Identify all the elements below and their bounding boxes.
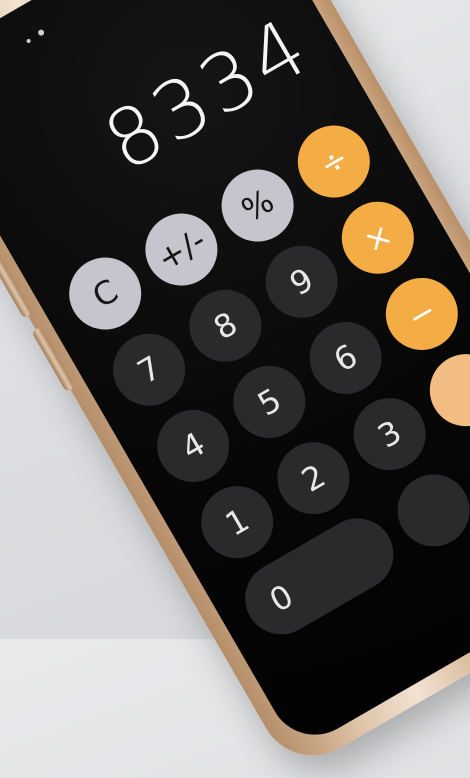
status-dot: [37, 28, 46, 37]
keypad: C +/-% ÷ 7 8 9 × 4 5 6−1 2 3 0: [56, 112, 470, 648]
digit-3-button[interactable]: 3: [340, 384, 439, 484]
digit-7-button[interactable]: 7: [100, 320, 199, 419]
digit-1-button[interactable]: 1: [188, 472, 287, 572]
multiply-button[interactable]: ×: [328, 188, 427, 287]
digit-6-button[interactable]: 6: [296, 308, 395, 408]
sign-toggle-button[interactable]: +/-: [132, 200, 231, 299]
decimal-button[interactable]: [384, 461, 470, 560]
digit-4-button[interactable]: 4: [144, 396, 243, 496]
digit-9-button[interactable]: 9: [252, 232, 351, 331]
digit-2-button[interactable]: 2: [264, 428, 363, 528]
status-dot: [25, 38, 32, 44]
divide-button[interactable]: ÷: [284, 112, 383, 211]
percent-button[interactable]: %: [208, 156, 307, 255]
status-indicator: [24, 22, 55, 46]
digit-5-button[interactable]: 5: [220, 352, 319, 452]
digit-8-button[interactable]: 8: [176, 276, 275, 375]
clear-button[interactable]: C: [56, 244, 155, 343]
subtract-button[interactable]: −: [372, 264, 470, 364]
phone-frame: 8334 C +/-% ÷ 7 8 9 × 4 5 6−1 2 3 0: [0, 0, 470, 776]
